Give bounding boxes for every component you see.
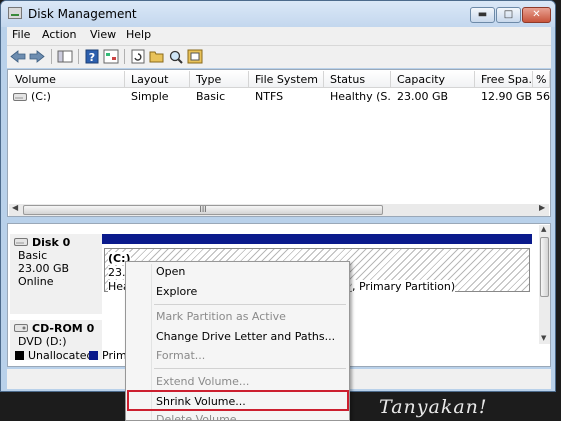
cd-drive-icon [14, 324, 28, 332]
menu-item-mark-active[interactable]: Mark Partition as Active [156, 310, 286, 323]
column-header-free-space[interactable]: Free Spa... [475, 71, 533, 88]
minimize-button[interactable]: ▬ [470, 7, 495, 23]
scrollbar-thumb[interactable]: III [23, 205, 383, 215]
close-button[interactable]: ✕ [522, 7, 551, 23]
column-header-status[interactable]: Status [324, 71, 391, 88]
table-row[interactable]: (C:) Simple Basic NTFS Healthy (S... 23.… [9, 89, 550, 105]
open-folder-icon[interactable] [149, 49, 165, 64]
disk-icon [14, 238, 28, 246]
menu-item-change-drive-letter[interactable]: Change Drive Letter and Paths... [156, 330, 335, 343]
column-header-percent-free[interactable]: % F [533, 71, 550, 88]
cell-volume: (C:) [31, 90, 51, 103]
search-icon[interactable] [168, 49, 184, 64]
disk0-size: 23.00 GB [18, 262, 70, 275]
cdrom0-name: CD-ROM 0 [32, 322, 95, 335]
refresh-icon[interactable] [130, 49, 146, 64]
column-header-file-system[interactable]: File System [249, 71, 324, 88]
toolbar-separator [51, 49, 52, 64]
column-header-type[interactable]: Type [190, 71, 249, 88]
menu-separator [154, 304, 346, 305]
toolbar: ? [7, 45, 551, 68]
cell-free-space: 12.90 GB [481, 90, 533, 103]
svg-text:?: ? [89, 51, 95, 64]
cell-type: Basic [196, 90, 226, 103]
unallocated-swatch [15, 351, 24, 360]
scroll-right-icon[interactable]: ▶ [539, 203, 545, 212]
toolbar-separator [124, 49, 125, 64]
console-tree-icon[interactable] [57, 49, 73, 64]
menu-separator [154, 368, 346, 369]
column-header-layout[interactable]: Layout [125, 71, 190, 88]
export-icon[interactable] [187, 49, 203, 64]
disk-management-app-icon [8, 7, 22, 19]
menu-item-open[interactable]: Open [156, 265, 185, 278]
context-menu: Open Explore Mark Partition as Active Ch… [125, 261, 350, 421]
forward-arrow-icon[interactable] [29, 49, 45, 64]
cell-status: Healthy (S... [330, 90, 391, 103]
vertical-scrollbar-thumb[interactable] [540, 237, 549, 297]
vertical-scrollbar[interactable]: ▲ ▼ [539, 225, 550, 344]
disk0-status: Online [18, 275, 54, 288]
cell-percent-free: 56 [536, 90, 550, 103]
cell-capacity: 23.00 GB [397, 90, 449, 103]
cdrom0-drive: DVD (D:) [18, 335, 67, 348]
properties-icon[interactable] [103, 49, 119, 64]
menu-action[interactable]: Action [42, 28, 76, 41]
help-icon[interactable]: ? [84, 49, 100, 64]
menu-item-format[interactable]: Format... [156, 349, 205, 362]
shrink-volume-highlight [127, 390, 349, 411]
menu-help[interactable]: Help [126, 28, 151, 41]
volume-list: Volume Layout Type File System Status Ca… [7, 69, 551, 217]
column-header-volume[interactable]: Volume [9, 71, 125, 88]
legend: Unallocated Prima [9, 348, 133, 366]
disk0-info[interactable]: Disk 0 Basic 23.00 GB Online [10, 234, 102, 314]
primary-partition-bar [102, 234, 532, 244]
column-header-capacity[interactable]: Capacity [391, 71, 475, 88]
menu-bar: File Action View Help [7, 27, 551, 45]
horizontal-scrollbar[interactable]: ◀ III ▶ [9, 203, 549, 216]
disk0-name: Disk 0 [32, 236, 71, 249]
scroll-down-icon[interactable]: ▼ [541, 334, 546, 342]
legend-unallocated: Unallocated [28, 349, 94, 362]
cell-layout: Simple [131, 90, 169, 103]
menu-file[interactable]: File [12, 28, 30, 41]
primary-swatch [89, 351, 98, 360]
window-title: Disk Management [28, 7, 137, 21]
c-partition-status-end: , Primary Partition) [352, 280, 456, 293]
menu-view[interactable]: View [90, 28, 116, 41]
menu-item-delete-volume[interactable]: Delete Volume... [156, 413, 247, 420]
maximize-button[interactable]: □ [496, 7, 521, 23]
disk0-type: Basic [18, 249, 48, 262]
back-arrow-icon[interactable] [10, 49, 26, 64]
watermark-text: Tanyakan! [379, 396, 488, 418]
cell-file-system: NTFS [255, 90, 284, 103]
menu-item-explore[interactable]: Explore [156, 285, 197, 298]
menu-item-extend-volume[interactable]: Extend Volume... [156, 375, 249, 388]
scroll-up-icon[interactable]: ▲ [541, 225, 546, 233]
scroll-left-icon[interactable]: ◀ [12, 203, 18, 212]
toolbar-separator [78, 49, 79, 64]
title-bar[interactable]: Disk Management ▬ □ ✕ [1, 1, 555, 27]
